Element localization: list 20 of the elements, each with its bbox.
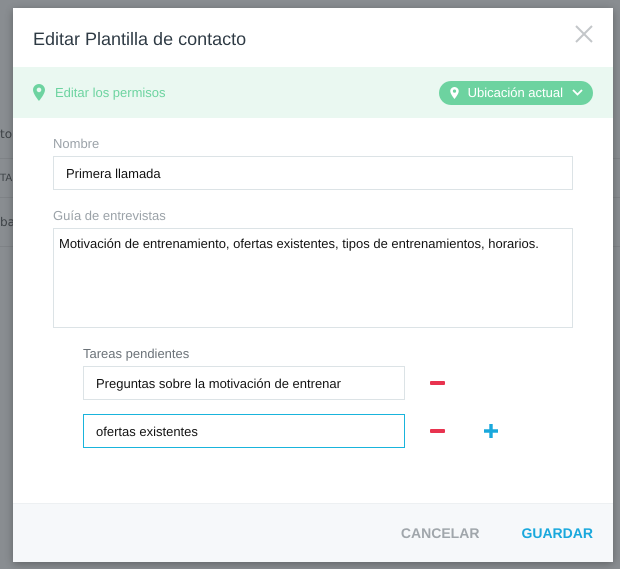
guide-textarea[interactable]: Motivación de entrenamiento, ofertas existentes, tipos de entrenamientos, horarios.: [53, 228, 573, 328]
remove-button[interactable]: [427, 426, 448, 436]
remove-button[interactable]: [427, 378, 448, 388]
chevron-down-icon: [572, 89, 583, 96]
pin-icon: [450, 86, 459, 98]
field-label: Tareas pendientes: [83, 346, 190, 361]
name-field[interactable]: Primera llamada: [53, 156, 573, 190]
task-field[interactable]: Preguntas sobre la motivación de entrenar: [83, 366, 405, 400]
plus-icon: [484, 424, 498, 438]
minus-icon: [430, 429, 445, 433]
add-button[interactable]: [481, 421, 501, 441]
background-text: TA: [0, 172, 12, 184]
background-text: to: [0, 127, 12, 141]
minus-icon: [430, 381, 445, 385]
task-field[interactable]: ofertas existentes: [83, 414, 405, 448]
close-icon: [575, 24, 593, 42]
dialog-title: Editar Plantilla de contacto: [33, 29, 246, 50]
field-label: Nombre: [53, 136, 100, 151]
field-label: Guía de entrevistas: [53, 208, 167, 223]
pin-icon: [33, 84, 45, 101]
